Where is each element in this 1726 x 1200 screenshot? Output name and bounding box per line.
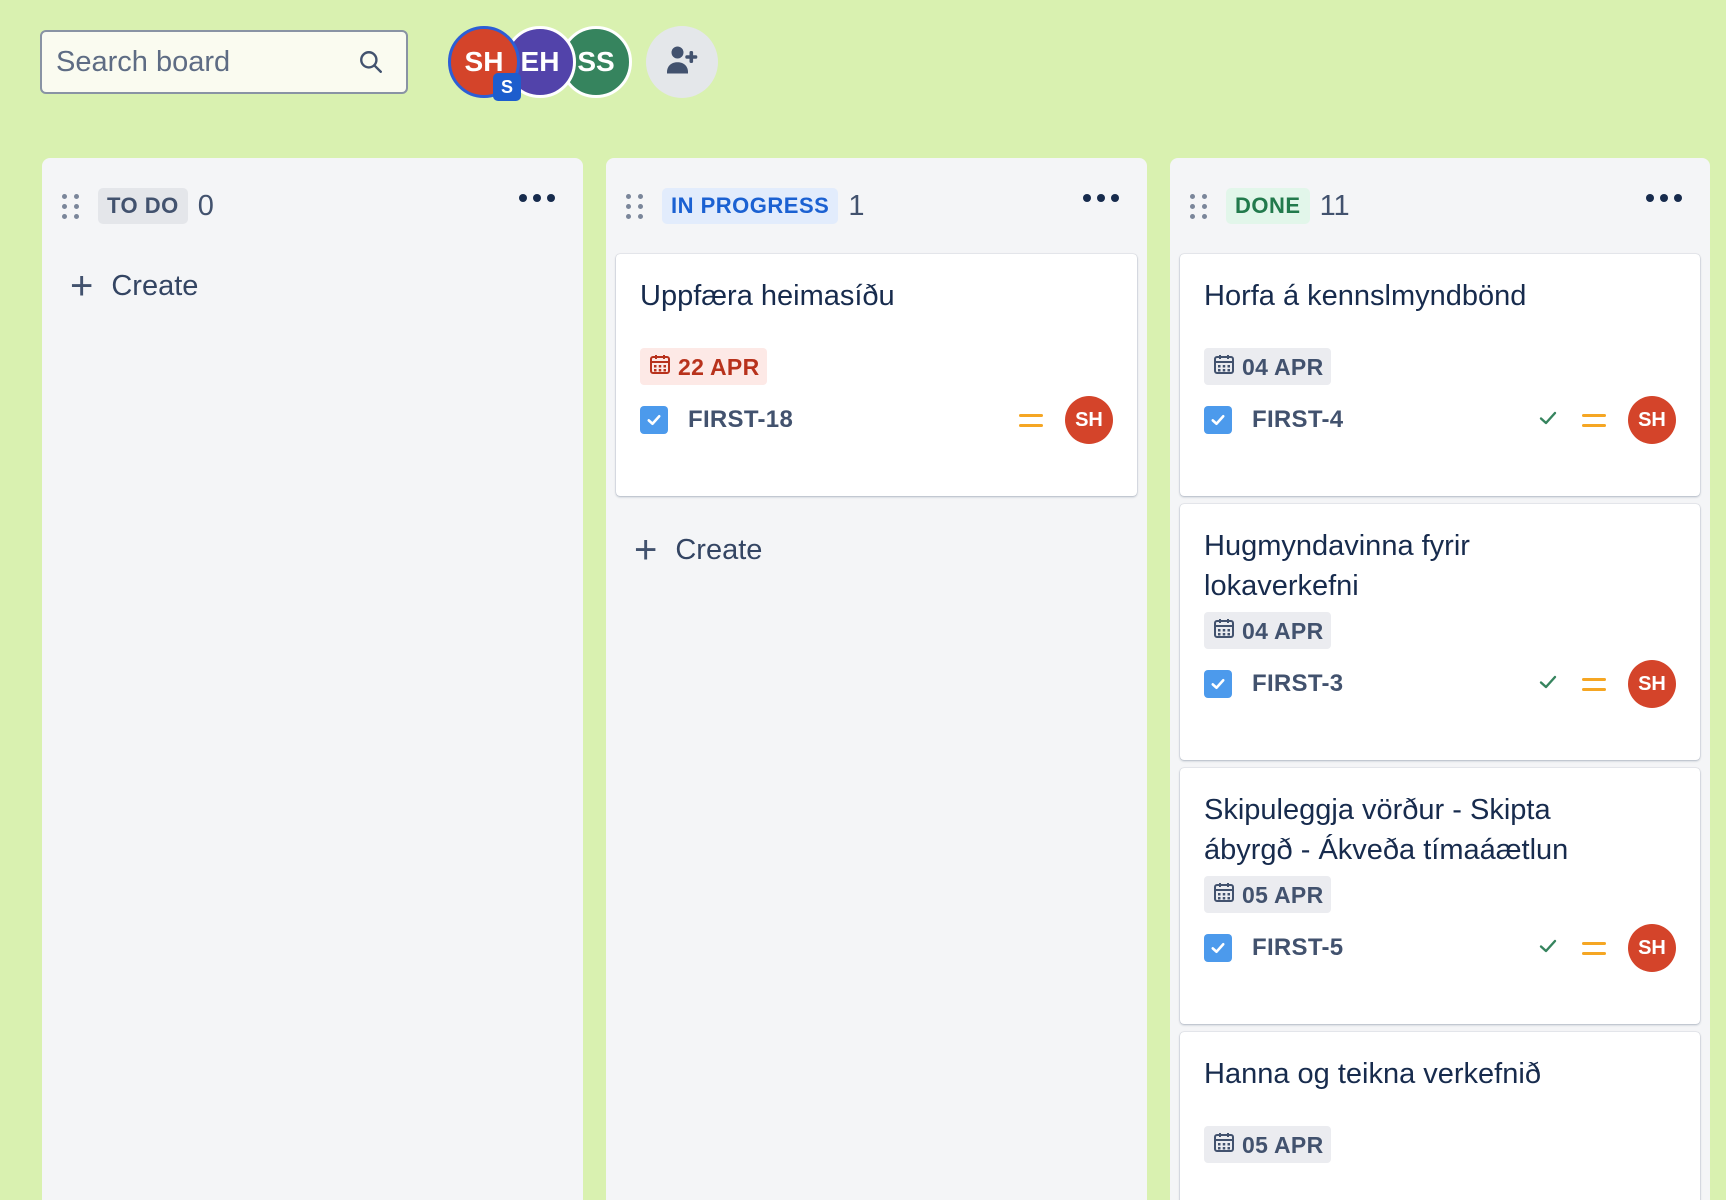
due-date-badge: 05 APR xyxy=(1204,876,1332,913)
board-members: SH S EH SS xyxy=(448,26,718,101)
due-date: 04 APR xyxy=(1242,617,1324,644)
calendar-icon xyxy=(1212,352,1236,382)
column-count: 11 xyxy=(1319,189,1350,222)
more-icon[interactable] xyxy=(1646,194,1682,202)
column-count: 1 xyxy=(848,189,865,222)
card-meta: FIRST-3 SH xyxy=(1204,649,1676,719)
issue-key[interactable]: FIRST-3 xyxy=(1252,670,1343,698)
issue-key[interactable]: FIRST-4 xyxy=(1252,406,1343,434)
add-person-icon xyxy=(664,42,700,83)
priority-medium-icon xyxy=(1582,941,1606,955)
card-title: Skipuleggja vörður - Skipta ábyrgð - Ákv… xyxy=(1204,794,1569,866)
drag-handle-icon[interactable] xyxy=(1190,193,1212,219)
drag-handle-icon[interactable] xyxy=(626,193,648,219)
card-meta: FIRST-18 SH xyxy=(640,385,1113,455)
due-date-badge: 05 APR xyxy=(1204,1126,1332,1163)
avatar-initials: SS xyxy=(577,46,615,77)
assignee-avatar[interactable]: SH xyxy=(1065,396,1113,444)
drag-handle-icon[interactable] xyxy=(62,193,84,219)
task-type-icon xyxy=(1204,670,1232,698)
priority-medium-icon xyxy=(1582,413,1606,427)
issue-card[interactable]: Hanna og teikna verkefnið 05 APR xyxy=(1180,1032,1700,1200)
priority-medium-icon xyxy=(1019,413,1043,427)
calendar-icon xyxy=(1212,616,1236,646)
more-icon[interactable] xyxy=(519,194,555,202)
due-date-badge: 04 APR xyxy=(1204,348,1332,385)
card-title: Hanna og teikna verkefnið xyxy=(1204,1058,1541,1090)
assignee-avatar[interactable]: SH xyxy=(1628,396,1676,444)
card-title: Uppfæra heimasíðu xyxy=(640,280,895,312)
assignee-avatar[interactable]: SH xyxy=(1628,660,1676,708)
plus-icon: + xyxy=(70,264,94,308)
column-status: TO DO xyxy=(98,188,188,224)
column-status: IN PROGRESS xyxy=(662,188,839,224)
card-meta: FIRST-4 SH xyxy=(1204,385,1676,455)
issue-card[interactable]: Skipuleggja vörður - Skipta ábyrgð - Ákv… xyxy=(1180,768,1700,1024)
column-in-progress: IN PROGRESS 1 Uppfæra heimasíðu 22 APR F… xyxy=(606,158,1147,1200)
create-button[interactable]: + Create xyxy=(634,522,1147,578)
due-date: 22 APR xyxy=(678,353,760,380)
done-check-icon xyxy=(1536,934,1560,963)
column-header: DONE 11 xyxy=(1170,158,1710,254)
due-date: 05 APR xyxy=(1242,1131,1324,1158)
due-date: 04 APR xyxy=(1242,353,1324,380)
column-todo: TO DO 0 + Create xyxy=(42,158,583,1200)
create-label: Create xyxy=(675,533,763,566)
task-type-icon xyxy=(1204,406,1232,434)
more-icon[interactable] xyxy=(1083,194,1119,202)
column-count: 0 xyxy=(197,189,214,222)
column-status: DONE xyxy=(1226,188,1310,224)
calendar-icon xyxy=(648,352,672,382)
issue-key[interactable]: FIRST-18 xyxy=(688,406,793,434)
search-board[interactable] xyxy=(40,30,408,94)
due-date: 05 APR xyxy=(1242,881,1324,908)
add-people-button[interactable] xyxy=(646,26,718,98)
done-check-icon xyxy=(1536,406,1560,435)
task-type-icon xyxy=(640,406,668,434)
search-input[interactable] xyxy=(56,45,336,79)
issue-card[interactable]: Hugmyndavinna fyrir lokaverkefni 04 APR … xyxy=(1180,504,1700,760)
issue-card[interactable]: Uppfæra heimasíðu 22 APR FIRST-18 SH xyxy=(616,254,1137,496)
issue-card[interactable]: Horfa á kennslmyndbönd 04 APR FIRST-4 SH xyxy=(1180,254,1700,496)
search-icon[interactable] xyxy=(358,49,384,75)
card-title: Hugmyndavinna fyrir lokaverkefni xyxy=(1204,530,1470,602)
column-header: TO DO 0 xyxy=(42,158,583,254)
column-header: IN PROGRESS 1 xyxy=(606,158,1147,254)
calendar-icon xyxy=(1212,1130,1236,1160)
create-label: Create xyxy=(111,269,199,302)
column-done: DONE 11 Horfa á kennslmyndbönd 04 APR FI… xyxy=(1170,158,1710,1200)
issue-key[interactable]: FIRST-5 xyxy=(1252,934,1343,962)
calendar-icon xyxy=(1212,880,1236,910)
done-check-icon xyxy=(1536,670,1560,699)
task-type-icon xyxy=(1204,934,1232,962)
avatar-initials: EH xyxy=(520,46,560,77)
board-toolbar: SH S EH SS xyxy=(40,26,718,101)
avatar-sh[interactable]: SH S xyxy=(448,26,521,101)
due-date-badge: 04 APR xyxy=(1204,612,1332,649)
assignee-avatar[interactable]: SH xyxy=(1628,924,1676,972)
priority-medium-icon xyxy=(1582,677,1606,691)
create-button[interactable]: + Create xyxy=(70,258,583,314)
card-meta: FIRST-5 SH xyxy=(1204,913,1676,983)
avatar-badge: S xyxy=(493,73,521,101)
plus-icon: + xyxy=(634,528,658,572)
due-date-badge: 22 APR xyxy=(640,348,768,385)
card-title: Horfa á kennslmyndbönd xyxy=(1204,280,1527,312)
